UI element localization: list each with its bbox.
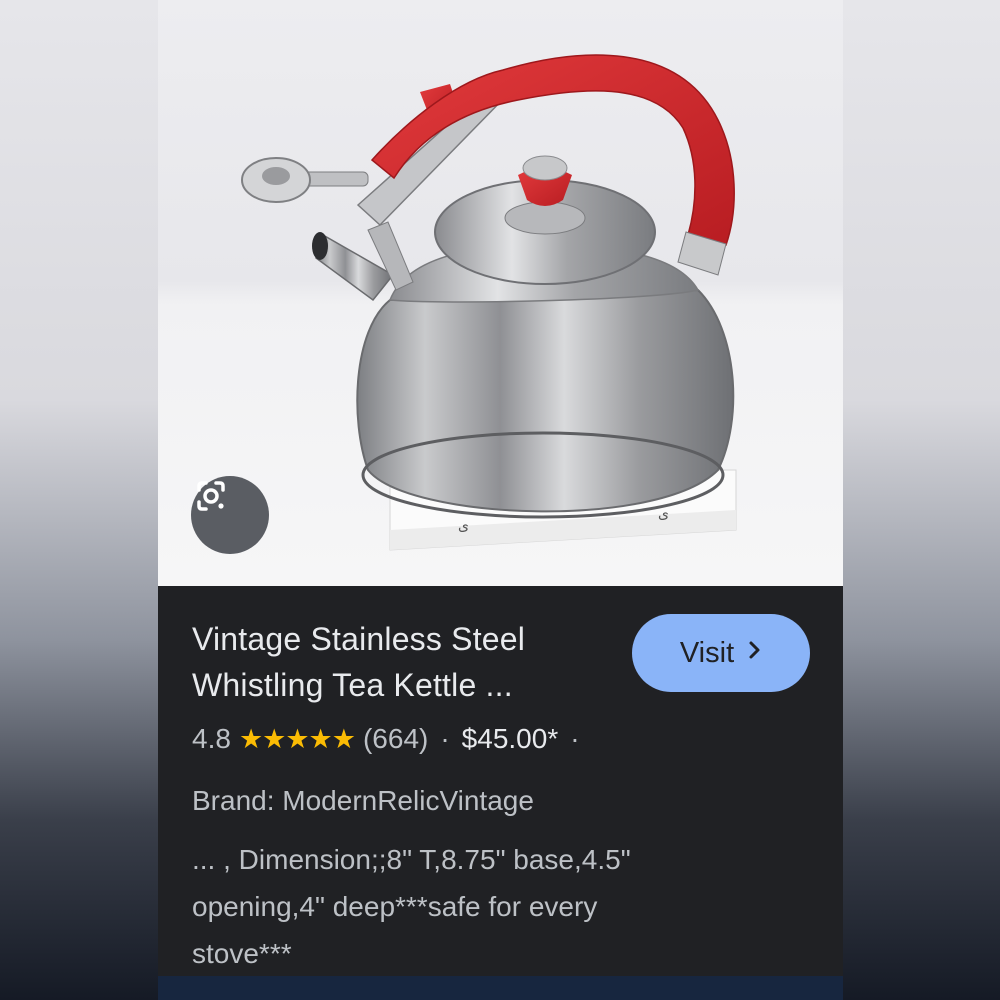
separator-dot: · (440, 723, 450, 754)
blurred-backdrop-right (843, 0, 1000, 1000)
separator-dot-trailing: · (570, 723, 580, 754)
rating-value: 4.8 (192, 723, 231, 754)
product-description: ... , Dimension;;8" T,8.75" base,4.5" op… (192, 836, 792, 977)
rating-price-row: 4.8 ★★★★★ (664) · $45.00* · (192, 722, 592, 756)
star-rating-icon: ★★★★★ (238, 724, 356, 754)
brand-text: Brand: ModernRelicVintage (192, 785, 534, 816)
bottom-edge-strip (158, 976, 843, 1000)
product-title-line-2: Whistling Tea Kettle ... (192, 667, 513, 703)
result-details-panel: Vintage Stainless Steel Whistling Tea Ke… (158, 586, 843, 976)
google-lens-button[interactable] (191, 476, 269, 554)
product-image[interactable]: ى ى (158, 0, 843, 586)
description-line-3: stove*** (192, 938, 292, 969)
price: $45.00* (461, 723, 559, 754)
review-count: (664) (362, 723, 429, 754)
visit-button[interactable]: Visit (632, 614, 810, 692)
search-result-card[interactable]: ى ى Vintage Stainless Steel Whistling Te… (158, 0, 843, 1000)
product-title[interactable]: Vintage Stainless Steel Whistling Tea Ke… (192, 616, 602, 708)
svg-text:ى: ى (458, 518, 469, 534)
blurred-backdrop-left (0, 0, 158, 1000)
product-title-line-1: Vintage Stainless Steel (192, 621, 526, 657)
chevron-right-icon (748, 639, 762, 667)
description-line-2: opening,4" deep***safe for every (192, 891, 598, 922)
visit-label: Visit (679, 636, 735, 669)
description-line-1: ... , Dimension;;8" T,8.75" base,4.5" (192, 844, 631, 875)
